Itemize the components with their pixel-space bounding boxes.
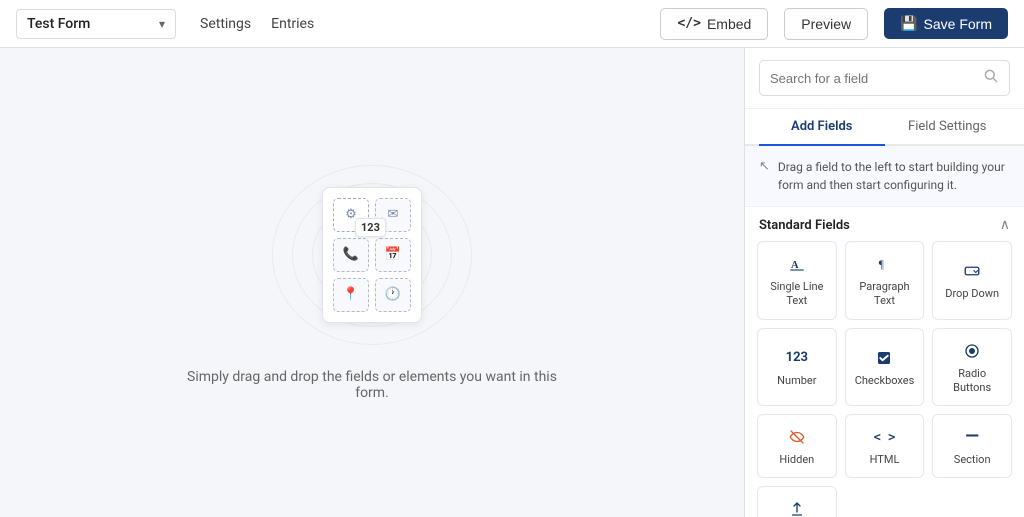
calendar-icon: 📅 <box>385 247 401 262</box>
field-html[interactable]: < > HTML <box>845 414 925 478</box>
field-label-dropdown: Drop Down <box>945 287 999 301</box>
clock-icon: 🕐 <box>385 287 401 302</box>
field-hidden[interactable]: Hidden <box>757 414 837 478</box>
field-label-hidden: Hidden <box>779 453 814 467</box>
form-selector[interactable]: Test Form ▾ <box>16 9 176 39</box>
section-title-standard: Standard Fields <box>759 218 850 233</box>
field-file-upload[interactable]: File Upload <box>757 486 837 517</box>
card-icon-phone: 📞 <box>333 238 369 272</box>
field-label-number: Number <box>777 374 816 388</box>
field-dropdown[interactable]: Drop Down <box>932 241 1012 320</box>
field-checkboxes[interactable]: Checkboxes <box>845 328 925 407</box>
search-input[interactable] <box>770 71 975 86</box>
field-single-line-text[interactable]: A Single Line Text <box>757 241 837 320</box>
field-label-single-line-text: Single Line Text <box>764 280 830 309</box>
drag-hint-text: Drag a field to the left to start buildi… <box>778 158 1010 194</box>
canvas-instruction: Simply drag and drop the fields or eleme… <box>172 369 572 401</box>
field-label-checkboxes: Checkboxes <box>855 374 915 388</box>
field-card-grid: 123 ⚙ ✉ 📞 📅 📍 🕐 <box>322 187 422 323</box>
email-icon: ✉ <box>388 207 399 222</box>
field-radio-buttons[interactable]: Radio Buttons <box>932 328 1012 407</box>
section-header-standard: Standard Fields ∧ <box>745 207 1024 241</box>
embed-button[interactable]: </> Embed <box>660 8 768 40</box>
main-layout: 123 ⚙ ✉ 📞 📅 📍 🕐 <box>0 48 1024 517</box>
nav-links: Settings Entries <box>200 16 314 32</box>
phone-icon: 📞 <box>343 247 359 262</box>
paragraph-text-icon: ¶ <box>875 254 893 274</box>
hidden-icon <box>788 427 806 447</box>
search-bar <box>745 48 1024 109</box>
checkboxes-icon <box>875 348 893 368</box>
cursor-icon: ↖ <box>759 159 770 174</box>
section-icon: — <box>965 427 979 447</box>
section-collapse-icon[interactable]: ∧ <box>1000 217 1010 233</box>
field-paragraph-text[interactable]: ¶ Paragraph Text <box>845 241 925 320</box>
html-icon: < > <box>874 427 896 447</box>
card-icon-location: 📍 <box>333 278 369 312</box>
save-icon: 💾 <box>900 15 917 32</box>
embed-label: Embed <box>707 16 751 32</box>
canvas-illustration: 123 ⚙ ✉ 📞 📅 📍 🕐 <box>272 165 472 345</box>
field-label-html: HTML <box>870 453 900 467</box>
code-icon: </> <box>677 16 700 31</box>
search-icon <box>983 68 999 88</box>
fields-grid: A Single Line Text ¶ Paragraph Text <box>745 241 1024 517</box>
entries-link[interactable]: Entries <box>271 16 314 32</box>
fields-section: Standard Fields ∧ A Single Line Text <box>745 207 1024 517</box>
single-line-text-icon: A <box>788 254 806 274</box>
tab-field-settings[interactable]: Field Settings <box>885 109 1011 144</box>
top-nav: Test Form ▾ Settings Entries </> Embed P… <box>0 0 1024 48</box>
field-section[interactable]: — Section <box>932 414 1012 478</box>
right-panel: Add Fields Field Settings ↖ Drag a field… <box>744 48 1024 517</box>
number-badge: 123 <box>355 218 386 237</box>
dropdown-icon <box>963 261 981 281</box>
field-label-radio-buttons: Radio Buttons <box>939 367 1005 396</box>
settings-link[interactable]: Settings <box>200 16 251 32</box>
field-label-paragraph-text: Paragraph Text <box>852 280 918 309</box>
save-button[interactable]: 💾 Save Form <box>884 8 1008 39</box>
svg-text:A: A <box>791 260 799 271</box>
form-selector-label: Test Form <box>27 16 151 32</box>
search-input-wrap <box>759 60 1010 96</box>
preview-button[interactable]: Preview <box>784 8 868 40</box>
card-icon-calendar: 📅 <box>375 238 411 272</box>
field-number[interactable]: 123 Number <box>757 328 837 407</box>
canvas-area: 123 ⚙ ✉ 📞 📅 📍 🕐 <box>0 48 744 517</box>
chevron-down-icon: ▾ <box>159 17 165 31</box>
radio-buttons-icon <box>963 341 981 361</box>
save-label: Save Form <box>924 16 992 32</box>
panel-tabs: Add Fields Field Settings <box>745 109 1024 146</box>
card-icon-clock: 🕐 <box>375 278 411 312</box>
svg-text:¶: ¶ <box>879 259 884 271</box>
location-icon: 📍 <box>343 287 359 302</box>
field-label-section: Section <box>954 453 991 467</box>
file-upload-icon <box>788 499 806 517</box>
tab-add-fields[interactable]: Add Fields <box>759 109 885 144</box>
drag-hint: ↖ Drag a field to the left to start buil… <box>745 146 1024 207</box>
number-icon: 123 <box>786 348 808 368</box>
